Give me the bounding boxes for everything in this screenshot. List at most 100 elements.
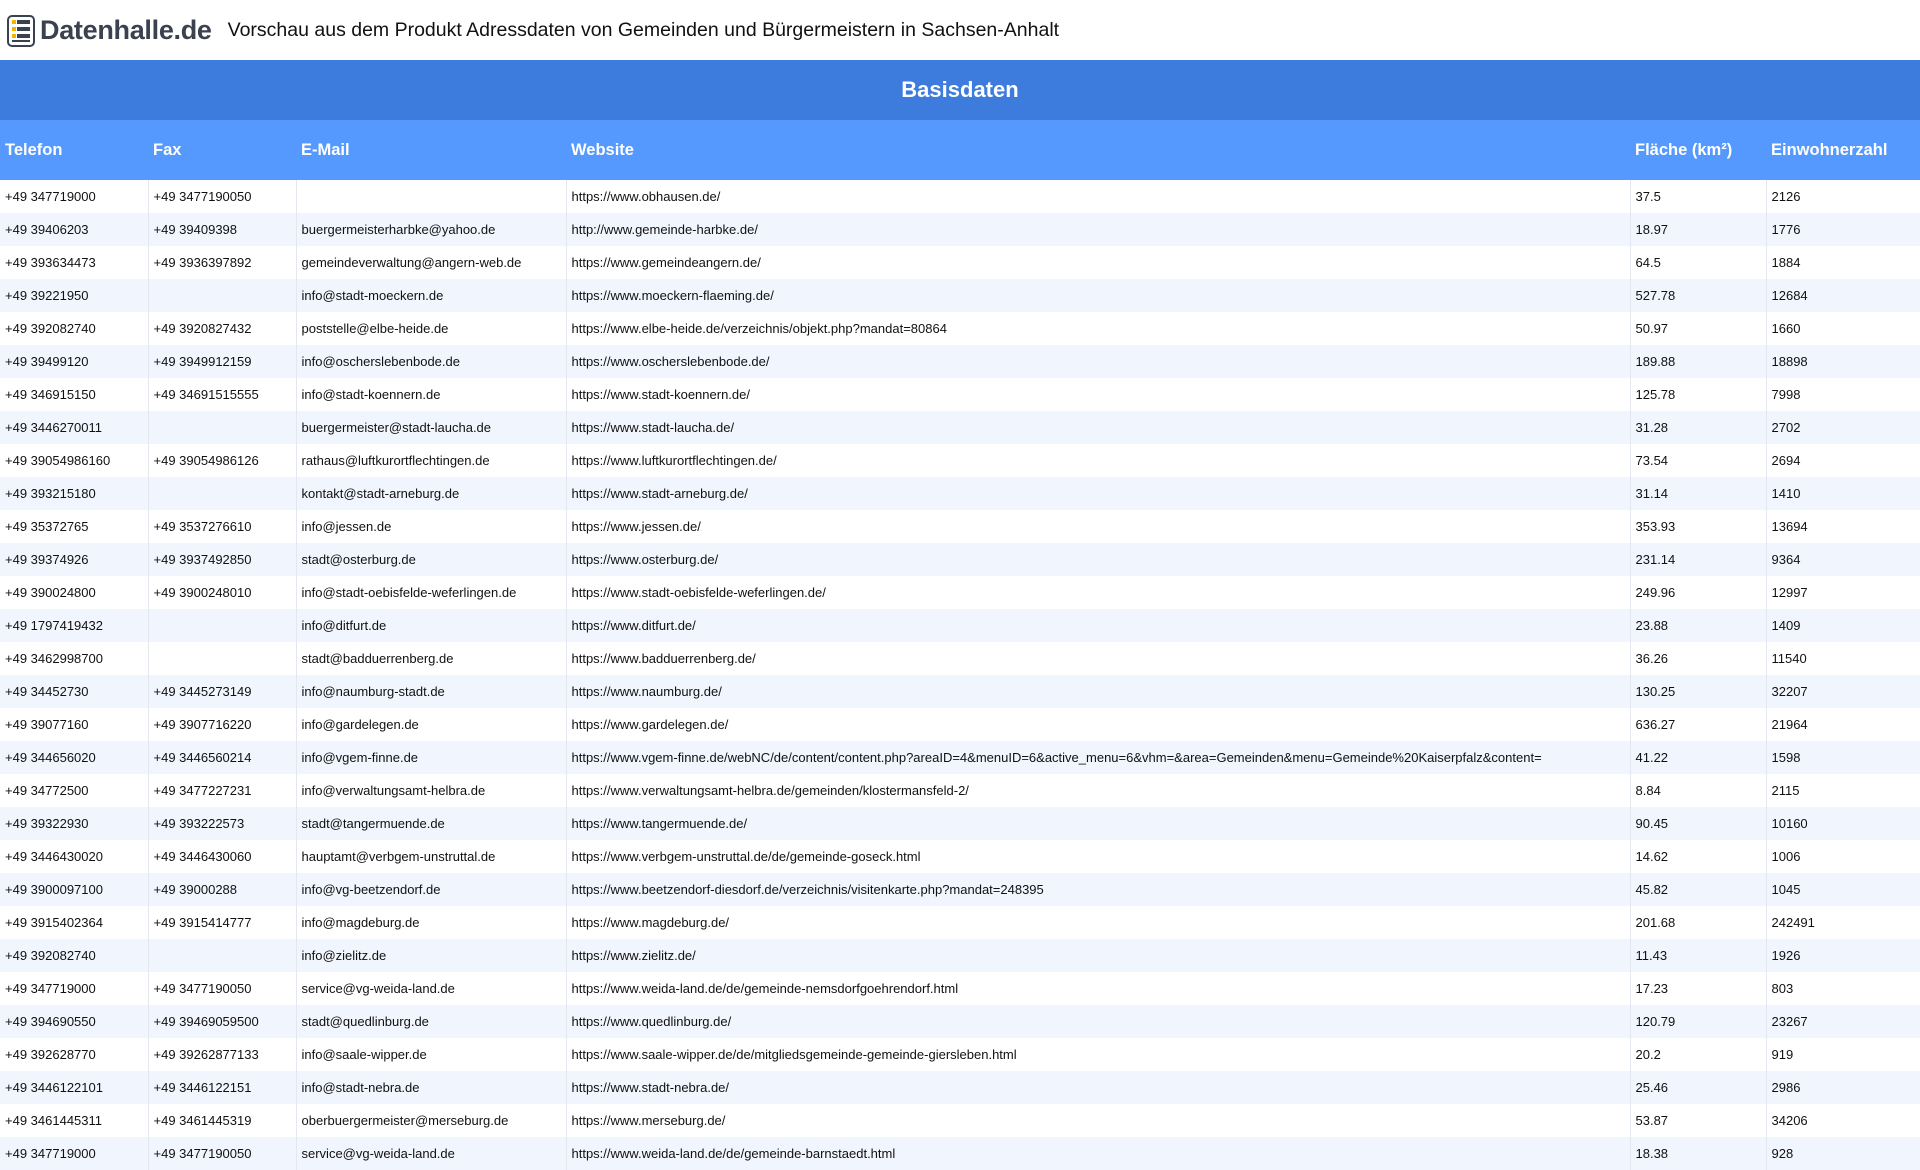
top-bar: Datenhalle.de Vorschau aus dem Produkt A… — [0, 0, 1920, 60]
flaeche-cell: 201.68 — [1629, 906, 1766, 939]
table-row: +49 34772500 +49 3477227231 info@verwaltun… — [0, 774, 1920, 807]
email-cell[interactable]: buergermeisterharbke@yahoo.de — [295, 213, 566, 246]
email-cell[interactable]: info@stadt-koennern.de — [295, 378, 566, 411]
einwohnerzahl-cell: 2126 — [1765, 180, 1920, 213]
email-cell[interactable]: info@verwaltungsamt-helbra.de — [295, 774, 566, 807]
website-cell[interactable]: https://www.vgem-finne.de/webNC/de/conte… — [565, 741, 1630, 774]
website-cell[interactable]: https://www.magdeburg.de/ — [565, 906, 1630, 939]
telefon-cell: +49 344656020 — [0, 741, 148, 774]
telefon-cell: +49 39374926 — [0, 543, 148, 576]
email-cell[interactable]: info@saale-wipper.de — [295, 1038, 566, 1071]
email-cell[interactable]: info@vgem-finne.de — [295, 741, 566, 774]
website-cell[interactable]: https://www.verbgem-unstruttal.de/de/gem… — [565, 840, 1630, 873]
einwohnerzahl-cell: 21964 — [1765, 708, 1920, 741]
email-cell[interactable]: info@naumburg-stadt.de — [295, 675, 566, 708]
website-cell[interactable]: https://www.luftkurortflechtingen.de/ — [565, 444, 1630, 477]
website-cell[interactable]: https://www.stadt-koennern.de/ — [565, 378, 1630, 411]
website-cell[interactable]: https://www.badduerrenberg.de/ — [565, 642, 1630, 675]
email-cell[interactable]: poststelle@elbe-heide.de — [295, 312, 566, 345]
telefon-cell: +49 34772500 — [0, 774, 148, 807]
website-cell[interactable]: https://www.gardelegen.de/ — [565, 708, 1630, 741]
website-cell[interactable]: https://www.verwaltungsamt-helbra.de/gem… — [565, 774, 1630, 807]
einwohnerzahl-cell: 803 — [1765, 972, 1920, 1005]
website-cell[interactable]: https://www.ditfurt.de/ — [565, 609, 1630, 642]
website-cell[interactable]: https://www.beetzendorf-diesdorf.de/verz… — [565, 873, 1630, 906]
column-header-einwohnerzahl[interactable]: Einwohnerzahl — [1766, 120, 1920, 180]
website-cell[interactable]: http://www.gemeinde-harbke.de/ — [565, 213, 1630, 246]
telefon-cell: +49 39406203 — [0, 213, 148, 246]
column-header-telefon[interactable]: Telefon — [0, 120, 148, 180]
website-cell[interactable]: https://www.elbe-heide.de/verzeichnis/ob… — [565, 312, 1630, 345]
website-cell[interactable]: https://www.gemeindeangern.de/ — [565, 246, 1630, 279]
flaeche-cell: 353.93 — [1629, 510, 1766, 543]
website-cell[interactable]: https://www.weida-land.de/de/gemeinde-ba… — [565, 1137, 1630, 1170]
column-header-website[interactable]: Website — [566, 120, 1630, 180]
telefon-cell: +49 3461445311 — [0, 1104, 148, 1137]
website-cell[interactable]: https://www.obhausen.de/ — [565, 180, 1630, 213]
einwohnerzahl-cell: 12684 — [1765, 279, 1920, 312]
table-body: +49 347719000 +49 3477190050 https://www.o… — [0, 180, 1920, 1170]
email-cell[interactable]: stadt@tangermuende.de — [295, 807, 566, 840]
flaeche-cell: 8.84 — [1629, 774, 1766, 807]
fax-cell: +49 3445273149 — [147, 675, 296, 708]
website-cell[interactable]: https://www.tangermuende.de/ — [565, 807, 1630, 840]
email-cell[interactable]: oberbuergermeister@merseburg.de — [295, 1104, 566, 1137]
website-cell[interactable]: https://www.moeckern-flaeming.de/ — [565, 279, 1630, 312]
email-cell[interactable]: info@gardelegen.de — [295, 708, 566, 741]
email-cell[interactable]: buergermeister@stadt-laucha.de — [295, 411, 566, 444]
email-cell[interactable]: info@ditfurt.de — [295, 609, 566, 642]
email-cell[interactable]: info@stadt-oebisfelde-weferlingen.de — [295, 576, 566, 609]
flaeche-cell: 45.82 — [1629, 873, 1766, 906]
logo[interactable]: Datenhalle.de — [6, 0, 212, 60]
website-cell[interactable]: https://www.saale-wipper.de/de/mitglieds… — [565, 1038, 1630, 1071]
website-cell[interactable]: https://www.oscherslebenbode.de/ — [565, 345, 1630, 378]
telefon-cell: +49 392082740 — [0, 939, 148, 972]
email-cell[interactable]: hauptamt@verbgem-unstruttal.de — [295, 840, 566, 873]
website-cell[interactable]: https://www.stadt-oebisfelde-weferlingen… — [565, 576, 1630, 609]
website-cell[interactable]: https://www.stadt-nebra.de/ — [565, 1071, 1630, 1104]
email-cell[interactable]: stadt@osterburg.de — [295, 543, 566, 576]
email-cell[interactable]: service@vg-weida-land.de — [295, 972, 566, 1005]
email-cell[interactable]: info@magdeburg.de — [295, 906, 566, 939]
email-cell[interactable]: info@stadt-moeckern.de — [295, 279, 566, 312]
telefon-cell: +49 3462998700 — [0, 642, 148, 675]
email-cell[interactable]: info@jessen.de — [295, 510, 566, 543]
email-cell[interactable]: rathaus@luftkurortflechtingen.de — [295, 444, 566, 477]
table-row: +49 347719000 +49 3477190050 service@vg-we… — [0, 1137, 1920, 1170]
fax-cell: +49 393222573 — [147, 807, 296, 840]
email-cell[interactable]: info@stadt-nebra.de — [295, 1071, 566, 1104]
column-header-flaeche[interactable]: Fläche (km²) — [1630, 120, 1766, 180]
logo-text: Datenhalle.de — [40, 14, 212, 45]
table-row: +49 390024800 +49 3900248010 info@stadt-oe… — [0, 576, 1920, 609]
website-cell[interactable]: https://www.stadt-arneburg.de/ — [565, 477, 1630, 510]
flaeche-cell: 20.2 — [1629, 1038, 1766, 1071]
website-cell[interactable]: https://www.osterburg.de/ — [565, 543, 1630, 576]
email-cell[interactable]: info@oscherslebenbode.de — [295, 345, 566, 378]
fax-cell: +49 39469059500 — [147, 1005, 296, 1038]
website-cell[interactable]: https://www.stadt-laucha.de/ — [565, 411, 1630, 444]
website-cell[interactable]: https://www.quedlinburg.de/ — [565, 1005, 1630, 1038]
email-cell[interactable]: service@vg-weida-land.de — [295, 1137, 566, 1170]
website-cell[interactable]: https://www.merseburg.de/ — [565, 1104, 1630, 1137]
fax-cell: +49 3900248010 — [147, 576, 296, 609]
column-header-fax[interactable]: Fax — [148, 120, 296, 180]
email-cell[interactable]: stadt@quedlinburg.de — [295, 1005, 566, 1038]
flaeche-cell: 23.88 — [1629, 609, 1766, 642]
telefon-cell: +49 3900097100 — [0, 873, 148, 906]
email-cell[interactable]: kontakt@stadt-arneburg.de — [295, 477, 566, 510]
fax-cell: +49 39000288 — [147, 873, 296, 906]
flaeche-cell: 53.87 — [1629, 1104, 1766, 1137]
website-cell[interactable]: https://www.naumburg.de/ — [565, 675, 1630, 708]
website-cell[interactable]: https://www.zielitz.de/ — [565, 939, 1630, 972]
flaeche-cell: 90.45 — [1629, 807, 1766, 840]
email-cell[interactable]: info@vg-beetzendorf.de — [295, 873, 566, 906]
email-cell[interactable]: stadt@badduerrenberg.de — [295, 642, 566, 675]
website-cell[interactable]: https://www.weida-land.de/de/gemeinde-ne… — [565, 972, 1630, 1005]
flaeche-cell: 130.25 — [1629, 675, 1766, 708]
table-row: +49 394690550 +49 39469059500 stadt@quedli… — [0, 1005, 1920, 1038]
email-cell[interactable]: gemeindeverwaltung@angern-web.de — [295, 246, 566, 279]
einwohnerzahl-cell: 242491 — [1765, 906, 1920, 939]
column-header-email[interactable]: E-Mail — [296, 120, 566, 180]
website-cell[interactable]: https://www.jessen.de/ — [565, 510, 1630, 543]
email-cell[interactable]: info@zielitz.de — [295, 939, 566, 972]
